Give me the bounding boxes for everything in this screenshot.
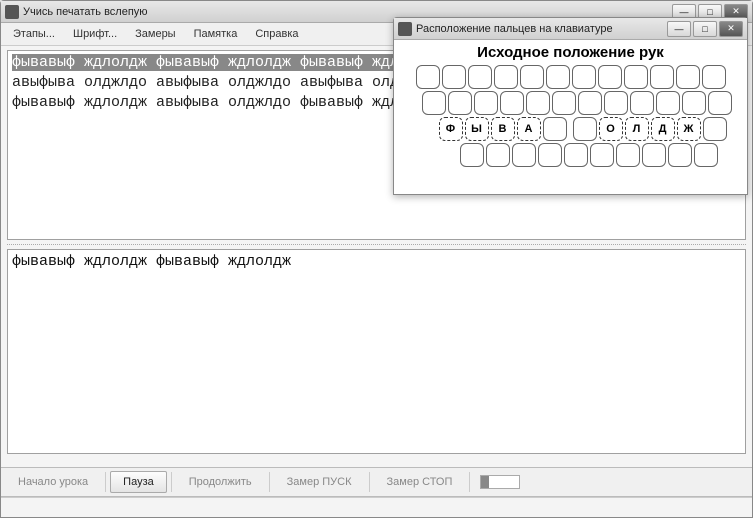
app-icon xyxy=(5,5,19,19)
key-blank xyxy=(422,91,446,115)
keyboard-row-1 xyxy=(402,65,739,89)
key-blank xyxy=(486,143,510,167)
key-blank xyxy=(520,65,544,89)
key-blank xyxy=(694,143,718,167)
key-blank xyxy=(590,143,614,167)
key-home-f: Ф xyxy=(439,117,463,141)
key-blank xyxy=(442,65,466,89)
child-titlebar: Расположение пальцев на клавиатуре — □ ✕ xyxy=(394,18,747,40)
key-blank xyxy=(448,91,472,115)
toolbar-separator xyxy=(369,472,370,492)
key-blank xyxy=(546,65,570,89)
key-blank xyxy=(682,91,706,115)
key-blank xyxy=(650,65,674,89)
child-app-icon xyxy=(398,22,412,36)
key-blank xyxy=(500,91,524,115)
key-blank xyxy=(573,117,597,141)
keyboard-row-2 xyxy=(414,91,739,115)
toolbar-separator xyxy=(469,472,470,492)
key-blank xyxy=(460,143,484,167)
key-blank xyxy=(642,143,666,167)
keyboard-fingers-window: Расположение пальцев на клавиатуре — □ ✕… xyxy=(393,17,748,195)
toolbar-separator xyxy=(105,472,106,492)
keyboard-row-3-home: Ф Ы В А О Л Д Ж xyxy=(426,117,739,141)
key-home-o: О xyxy=(599,117,623,141)
menu-spravka[interactable]: Справка xyxy=(247,25,306,43)
main-title: Учись печатать вслепую xyxy=(23,6,148,18)
progress-indicator xyxy=(480,475,520,489)
key-blank xyxy=(564,143,588,167)
nachalo-uroka-button[interactable]: Начало урока xyxy=(5,471,101,493)
child-titlebar-left: Расположение пальцев на клавиатуре xyxy=(398,22,613,36)
key-blank xyxy=(474,91,498,115)
key-blank xyxy=(538,143,562,167)
key-blank xyxy=(578,91,602,115)
child-title: Расположение пальцев на клавиатуре xyxy=(416,23,613,35)
key-blank xyxy=(708,91,732,115)
keyboard-heading: Исходное положение рук xyxy=(394,40,747,63)
typed-text: фывавыф ждлолдж фывавыф ждлолдж xyxy=(12,253,291,270)
key-home-a: А xyxy=(517,117,541,141)
key-blank xyxy=(494,65,518,89)
statusbar xyxy=(1,497,752,517)
zamer-pusk-button[interactable]: Замер ПУСК xyxy=(274,471,365,493)
key-blank xyxy=(598,65,622,89)
key-blank xyxy=(656,91,680,115)
keyboard-diagram: Ф Ы В А О Л Д Ж xyxy=(394,63,747,177)
key-blank xyxy=(616,143,640,167)
key-blank xyxy=(526,91,550,115)
key-blank xyxy=(512,143,536,167)
key-home-y: Ы xyxy=(465,117,489,141)
progress-fill xyxy=(481,476,489,488)
key-gap xyxy=(568,117,572,141)
key-blank xyxy=(668,143,692,167)
child-minimize-button[interactable]: — xyxy=(667,21,691,37)
menu-shrift[interactable]: Шрифт... xyxy=(65,25,125,43)
child-window-controls: — □ ✕ xyxy=(667,21,743,37)
titlebar-left: Учись печатать вслепую xyxy=(5,5,148,19)
key-blank xyxy=(416,65,440,89)
key-blank xyxy=(543,117,567,141)
prodolzhit-button[interactable]: Продолжить xyxy=(176,471,265,493)
pauza-button[interactable]: Пауза xyxy=(110,471,167,493)
key-home-v: В xyxy=(491,117,515,141)
zamer-stop-button[interactable]: Замер СТОП xyxy=(374,471,466,493)
child-close-button[interactable]: ✕ xyxy=(719,21,743,37)
key-blank xyxy=(604,91,628,115)
key-blank xyxy=(702,65,726,89)
key-home-zh: Ж xyxy=(677,117,701,141)
toolbar-separator xyxy=(269,472,270,492)
toolbar-separator xyxy=(171,472,172,492)
key-blank xyxy=(703,117,727,141)
child-maximize-button[interactable]: □ xyxy=(693,21,717,37)
bottombar: Начало урока Пауза Продолжить Замер ПУСК… xyxy=(1,467,752,497)
key-blank xyxy=(572,65,596,89)
key-home-l: Л xyxy=(625,117,649,141)
pane-separator[interactable] xyxy=(7,244,746,245)
keyboard-row-4 xyxy=(438,143,739,167)
key-home-d: Д xyxy=(651,117,675,141)
key-blank xyxy=(676,65,700,89)
key-blank xyxy=(630,91,654,115)
input-pane[interactable]: фывавыф ждлолдж фывавыф ждлолдж xyxy=(7,249,746,454)
menu-pamyatka[interactable]: Памятка xyxy=(186,25,246,43)
menu-zamery[interactable]: Замеры xyxy=(127,25,183,43)
key-blank xyxy=(624,65,648,89)
key-blank xyxy=(552,91,576,115)
menu-etapy[interactable]: Этапы... xyxy=(5,25,63,43)
key-blank xyxy=(468,65,492,89)
